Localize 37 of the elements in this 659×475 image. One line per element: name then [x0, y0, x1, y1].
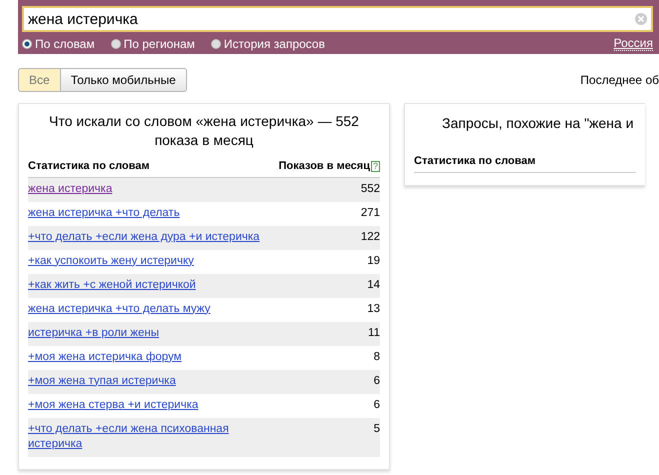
phrase-link[interactable]: +как жить +с женой истеричкой	[28, 278, 196, 292]
card-title: Что искали со словом «жена истеричка» — 552 показа в месяц	[48, 112, 360, 150]
phrase-link[interactable]: истеричка +в роли жены	[28, 326, 159, 340]
phrase-link[interactable]: +моя жена стерва +и истеричка	[28, 398, 198, 412]
phrase-link[interactable]: +что делать +если жена психованная истеричка	[28, 422, 283, 452]
count-text: 19	[367, 254, 380, 268]
count-text: 6	[374, 374, 380, 388]
phrase-link[interactable]: +что делать +если жена дура +и истеричка	[28, 230, 260, 244]
column-header: Статистика по словам	[414, 154, 536, 169]
count-text: 13	[367, 302, 380, 316]
count-text: 552	[360, 182, 380, 196]
count-text: 14	[367, 278, 380, 292]
phrase-link[interactable]: жена истеричка	[28, 182, 112, 196]
region-link[interactable]: Россия	[614, 36, 653, 52]
count-text: 8	[374, 350, 380, 364]
column-header: Статистика по словам	[28, 159, 150, 174]
last-update-text: Последнее об	[580, 72, 659, 89]
mode-radio[interactable]: По словам	[22, 35, 95, 53]
search-field[interactable]: жена истеричка	[22, 6, 653, 32]
phrase-link[interactable]: жена истеричка +что делать	[28, 206, 180, 220]
phrase-link[interactable]: жена истеричка +что делать мужу	[28, 302, 210, 316]
phrase-link[interactable]: +как успокоить жену истеричку	[28, 254, 194, 268]
phrase-link[interactable]: +моя жена тупая истеричка	[28, 374, 176, 388]
count-text: 122	[360, 230, 380, 244]
help-icon[interactable]: ?	[370, 160, 380, 172]
clear-icon[interactable]	[635, 13, 647, 25]
filter-tab[interactable]: Только мобильные	[60, 68, 187, 92]
count-text: 5	[374, 422, 380, 436]
mode-radio[interactable]: История запросов	[210, 35, 325, 53]
phrase-link[interactable]: +моя жена истеричка форум	[28, 350, 182, 364]
count-text: 11	[368, 326, 380, 340]
mode-radio[interactable]: По регионам	[110, 35, 195, 53]
count-text: 6	[374, 398, 380, 412]
count-text: 271	[360, 206, 380, 220]
filter-tab[interactable]: Все	[18, 68, 61, 92]
card-title: Запросы, похожие на "жена и	[442, 114, 635, 133]
column-header: Показов в месяц	[278, 159, 370, 174]
